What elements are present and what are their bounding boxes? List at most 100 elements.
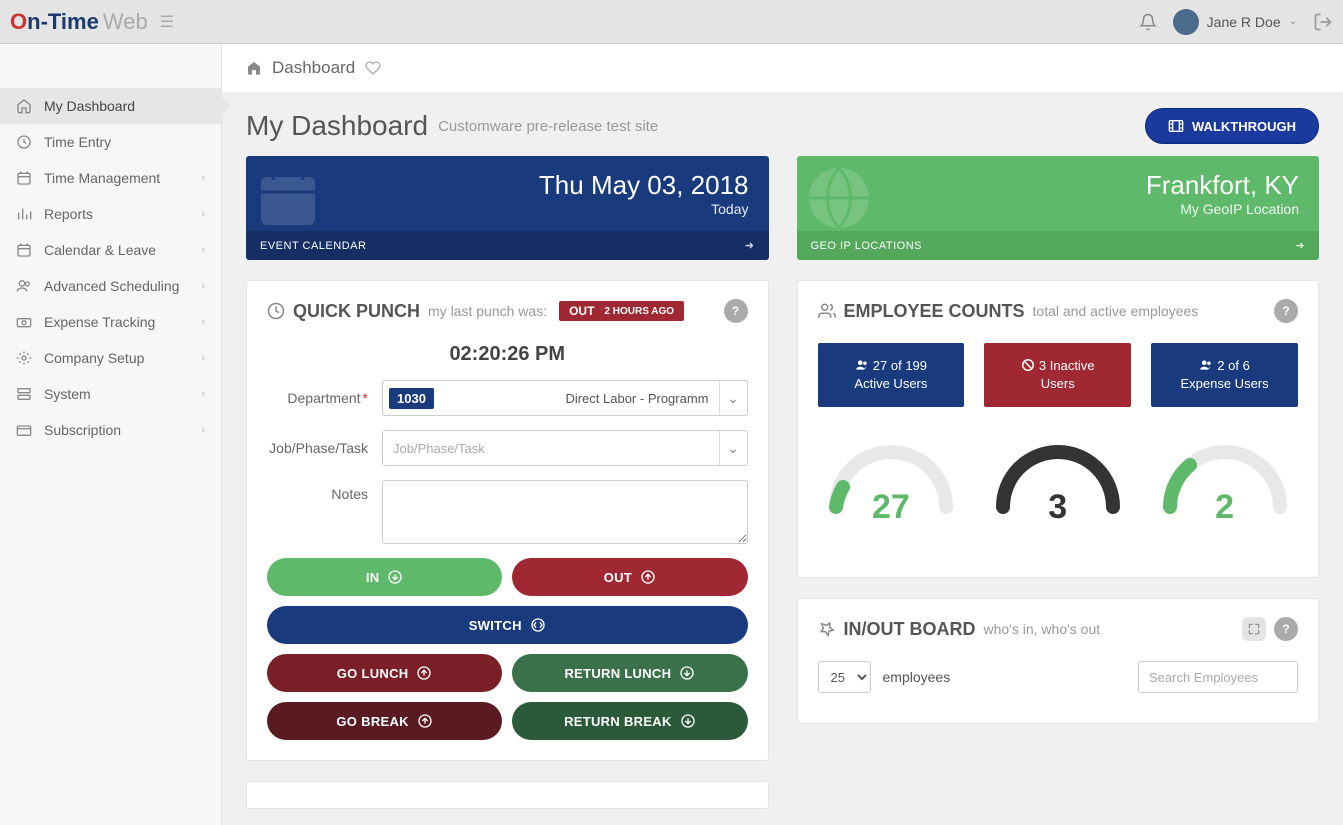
expand-icon (1247, 622, 1261, 636)
walkthrough-button[interactable]: WALKTHROUGH (1145, 108, 1319, 144)
punch-status-ago: 2 HOURS AGO (604, 306, 674, 317)
sidebar-item-label: Company Setup (44, 350, 144, 366)
arrow-up-circle-icon (640, 569, 656, 585)
sidebar-item-label: System (44, 386, 91, 402)
active-users-card[interactable]: 27 of 199 Active Users (818, 343, 965, 407)
sidebar-item-advanced-scheduling[interactable]: Advanced Scheduling› (0, 268, 221, 304)
arrow-up-circle-icon (416, 665, 432, 681)
quick-punch-mylast: my last punch was: (428, 303, 547, 319)
cogs-icon (16, 350, 32, 366)
heart-icon[interactable] (365, 60, 381, 76)
sidebar-item-label: Calendar & Leave (44, 242, 156, 258)
logo-text-2: Web (103, 9, 148, 35)
quick-punch-title: QUICK PUNCH (293, 301, 420, 322)
notes-label: Notes (267, 480, 382, 502)
users-icon (855, 358, 869, 372)
search-employees-input[interactable] (1138, 661, 1298, 693)
help-button[interactable]: ? (724, 299, 748, 323)
logout-icon[interactable] (1313, 12, 1333, 32)
logo-o-icon: O (10, 9, 27, 35)
user-menu[interactable]: Jane R Doe ⌄ (1173, 9, 1297, 35)
geo-banner-footer: GEO IP LOCATIONS (811, 240, 923, 252)
arrow-down-circle-icon (680, 713, 696, 729)
calendar-bg-icon (252, 162, 324, 234)
hamburger-icon[interactable]: ☰ (160, 12, 174, 32)
chevron-down-icon: ⌄ (1289, 16, 1297, 27)
expense-users-gauge: 2 (1151, 427, 1298, 537)
main: Dashboard My Dashboard Customware pre-re… (222, 44, 1343, 825)
inout-title: IN/OUT BOARD (844, 619, 976, 640)
active-users-gauge: 27 (818, 427, 965, 537)
expense-users-card[interactable]: 2 of 6 Expense Users (1151, 343, 1298, 407)
department-code: 1030 (389, 388, 434, 409)
go-lunch-button[interactable]: GO LUNCH (267, 654, 502, 692)
sidebar-item-company-setup[interactable]: Company Setup › (0, 340, 221, 376)
arrow-up-circle-icon (417, 713, 433, 729)
bars-icon (16, 206, 32, 222)
page-size-label: employees (883, 669, 951, 685)
chevron-right-icon: › (201, 316, 205, 328)
go-break-button[interactable]: GO BREAK (267, 702, 502, 740)
return-lunch-button[interactable]: RETURN LUNCH (512, 654, 747, 692)
sidebar-item-expense-tracking[interactable]: Expense Tracking › (0, 304, 221, 340)
arrow-down-circle-icon (679, 665, 695, 681)
date-banner-footer: EVENT CALENDAR (260, 240, 366, 252)
notes-textarea[interactable] (382, 480, 748, 544)
calendar-clock-icon (16, 170, 32, 186)
page-size-select[interactable]: 25 (818, 661, 871, 693)
home-icon (16, 98, 32, 114)
sidebar-item-my-dashboard[interactable]: My Dashboard (0, 88, 221, 124)
sidebar-item-system[interactable]: System › (0, 376, 221, 412)
chevron-right-icon: › (201, 388, 205, 400)
logo[interactable]: On-Time Web (10, 9, 148, 35)
punch-out-button[interactable]: OUT (512, 558, 747, 596)
chevron-right-icon: › (201, 280, 205, 292)
sidebar-item-label: Time Entry (44, 134, 111, 150)
inactive-users-gauge: 3 (984, 427, 1131, 537)
topbar: On-Time Web ☰ Jane R Doe ⌄ (0, 0, 1343, 44)
punch-status-label: OUT (569, 304, 594, 318)
sidebar-item-label: Subscription (44, 422, 121, 438)
users-icon (1199, 358, 1213, 372)
pin-icon (818, 620, 836, 638)
money-icon (16, 314, 32, 330)
sidebar-item-reports[interactable]: Reports› (0, 196, 221, 232)
quick-punch-card: QUICK PUNCH my last punch was: OUT 2 HOU… (246, 280, 769, 761)
chevron-right-icon: › (201, 352, 205, 364)
card-icon (16, 422, 32, 438)
help-button[interactable]: ? (1274, 299, 1298, 323)
punch-in-button[interactable]: IN (267, 558, 502, 596)
sidebar: My Dashboard Time Entry Time Management›Re… (0, 44, 222, 825)
help-button[interactable]: ? (1274, 617, 1298, 641)
clock-display: 02:20:26 PM (267, 343, 748, 366)
bell-icon[interactable] (1139, 13, 1157, 31)
clock-icon (16, 134, 32, 150)
server-icon (16, 386, 32, 402)
sidebar-item-time-entry[interactable]: Time Entry (0, 124, 221, 160)
job-combo[interactable]: ⌄ (382, 430, 748, 466)
chevron-right-icon: › (201, 208, 205, 220)
department-label: Department* (267, 390, 382, 406)
job-input[interactable] (383, 431, 719, 465)
switch-icon (530, 617, 546, 633)
inout-board-card: IN/OUT BOARD who's in, who's out ? (797, 598, 1320, 724)
users-icon (16, 278, 32, 294)
expand-button[interactable] (1242, 617, 1266, 641)
job-dropdown-icon[interactable]: ⌄ (719, 431, 747, 465)
return-break-button[interactable]: RETURN BREAK (512, 702, 747, 740)
sidebar-item-calendar-leave[interactable]: Calendar & Leave› (0, 232, 221, 268)
date-banner-title: Thu May 03, 2018 (266, 170, 749, 201)
department-combo[interactable]: 1030 Direct Labor - Programm ⌄ (382, 380, 748, 416)
geoip-banner[interactable]: Frankfort, KY My GeoIP Location GEO IP L… (797, 156, 1320, 260)
sidebar-item-label: My Dashboard (44, 98, 135, 114)
inactive-users-card[interactable]: 3 Inactive Users (984, 343, 1131, 407)
switch-button[interactable]: SWITCH (267, 606, 748, 644)
event-calendar-banner[interactable]: Thu May 03, 2018 Today EVENT CALENDAR ➜ (246, 156, 769, 260)
department-dropdown-icon[interactable]: ⌄ (719, 381, 747, 415)
sidebar-item-label: Expense Tracking (44, 314, 155, 330)
calendar-icon (16, 242, 32, 258)
punch-status-badge: OUT 2 HOURS AGO (559, 301, 684, 321)
sidebar-item-time-management[interactable]: Time Management› (0, 160, 221, 196)
geo-banner-title: Frankfort, KY (817, 170, 1300, 201)
sidebar-item-subscription[interactable]: Subscription› (0, 412, 221, 448)
